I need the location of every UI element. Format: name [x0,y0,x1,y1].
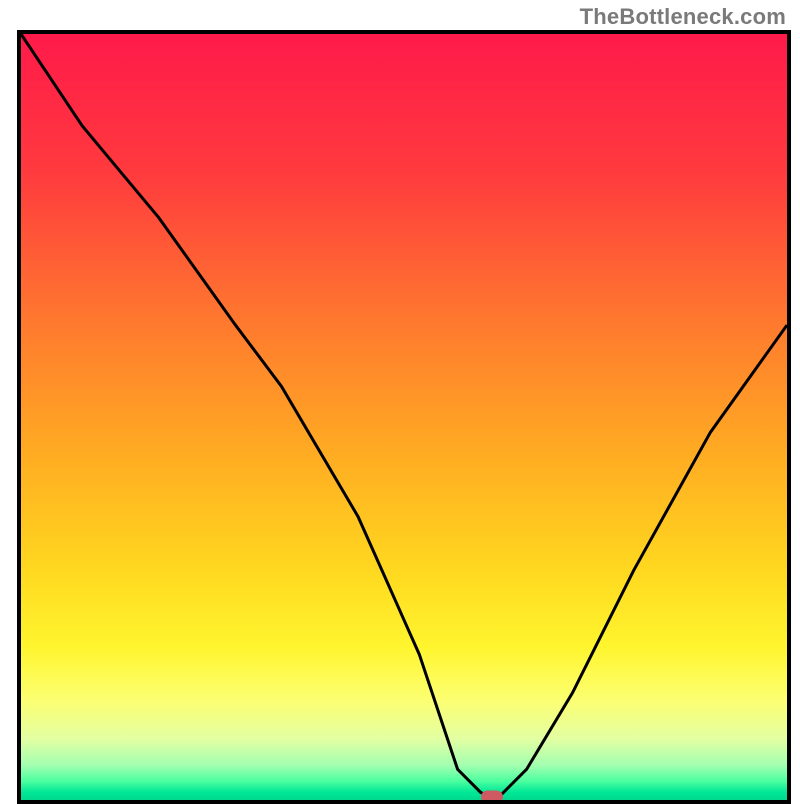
optimal-marker [481,791,503,801]
chart-frame: TheBottleneck.com [0,0,800,800]
plot-border [17,30,791,804]
bottleneck-curve [21,34,787,800]
watermark-text: TheBottleneck.com [580,4,786,30]
plot-area [21,34,787,800]
